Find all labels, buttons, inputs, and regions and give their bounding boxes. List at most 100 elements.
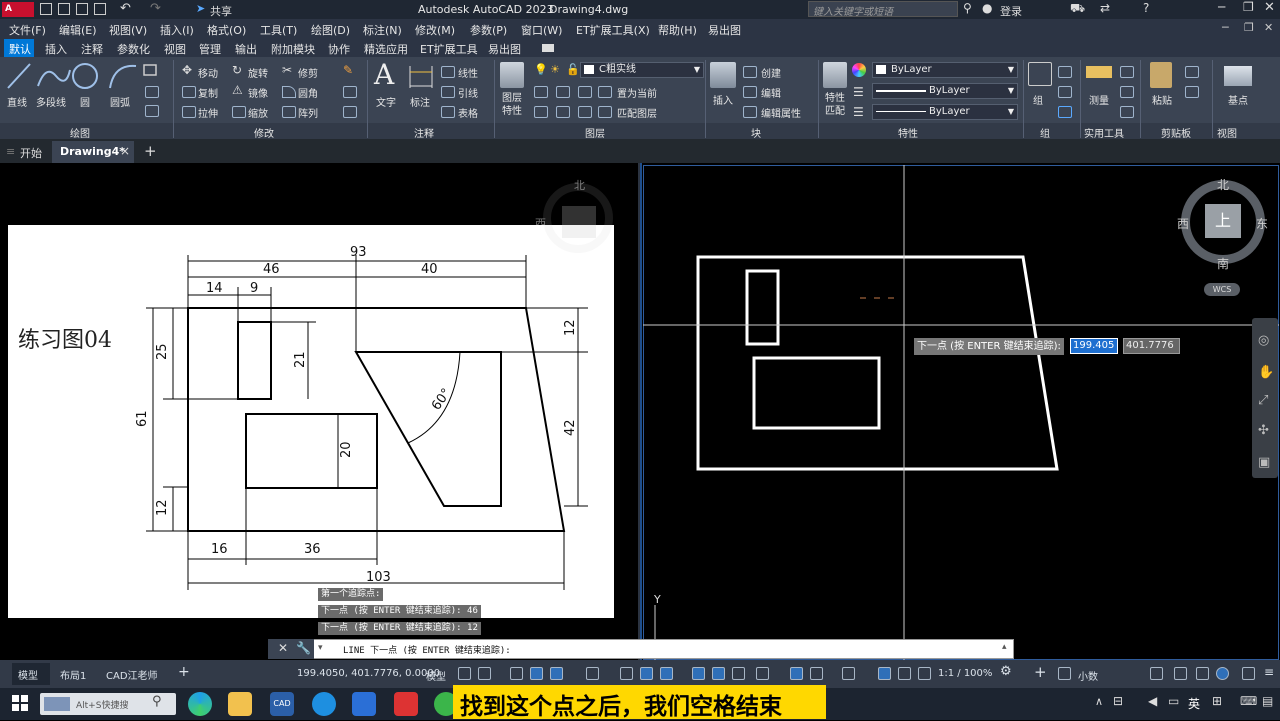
mirror-button[interactable]: 镜像	[248, 85, 268, 100]
viewcube-east[interactable]: 东	[1256, 215, 1268, 232]
restore-icon[interactable]: ❐	[1243, 0, 1254, 14]
layer-tool-icon[interactable]	[578, 86, 592, 98]
clipboard-panel-label[interactable]: 剪贴板	[1161, 125, 1191, 140]
menu-modify[interactable]: 修改(M)	[415, 22, 455, 38]
save-as-icon[interactable]	[94, 3, 106, 15]
snap-icon[interactable]	[478, 667, 491, 680]
redo-icon[interactable]: ↷	[150, 1, 161, 16]
menu-tools[interactable]: 工具(T)	[260, 22, 297, 38]
object-snap-icon[interactable]	[660, 667, 673, 680]
arc-icon[interactable]	[109, 64, 137, 89]
group-select-icon[interactable]	[1058, 106, 1072, 118]
paste-button[interactable]: 粘贴	[1152, 92, 1172, 107]
start-tab[interactable]: 开始	[20, 145, 42, 161]
lineweight-toggle-icon[interactable]	[692, 667, 705, 680]
layer-tool-icon[interactable]	[578, 106, 592, 118]
orbit-icon[interactable]: ✣	[1258, 423, 1269, 438]
explode-icon[interactable]	[343, 86, 357, 98]
erase-icon[interactable]: ✎	[343, 63, 353, 77]
insert-block-button[interactable]: 插入	[713, 92, 733, 107]
tab-options-icon[interactable]	[542, 44, 554, 52]
exchange-icon[interactable]: ⇄	[1100, 1, 1110, 15]
close-tab-icon[interactable]: ×	[120, 144, 130, 158]
tool-app-icon[interactable]	[352, 692, 376, 716]
workspace-gear-icon[interactable]: ⚙	[1000, 664, 1012, 679]
table-button[interactable]: 表格	[458, 105, 478, 120]
tab-menu-icon[interactable]: ≡	[6, 145, 15, 158]
showmotion-icon[interactable]: ▣	[1258, 455, 1270, 470]
layer-tool-icon[interactable]	[534, 106, 548, 118]
annotation-panel-label[interactable]: 注释	[414, 125, 434, 140]
battery-icon[interactable]: ▭	[1168, 694, 1179, 708]
grid-icon[interactable]	[458, 667, 471, 680]
doc-minimize-icon[interactable]: ─	[1222, 21, 1229, 34]
new-tab-icon[interactable]: +	[144, 142, 157, 160]
tab-addins[interactable]: 附加模块	[271, 41, 315, 57]
save-icon[interactable]	[76, 3, 88, 15]
linetype-dropdown[interactable]: ByLayer ▼	[872, 104, 1018, 120]
circle-button[interactable]: 圆	[80, 94, 90, 109]
layer-properties-icon[interactable]	[500, 62, 524, 88]
text-button[interactable]: 文字	[376, 94, 396, 109]
scale-button[interactable]: 缩放	[248, 105, 268, 120]
menu-view[interactable]: 视图(V)	[109, 22, 147, 38]
isodraft-icon[interactable]	[620, 667, 633, 680]
measure-icon[interactable]	[1086, 66, 1112, 78]
wcs-menu[interactable]: WCS	[1204, 283, 1240, 296]
text-icon[interactable]: A	[374, 58, 394, 91]
user-icon[interactable]: ●	[982, 1, 992, 15]
stretch-button[interactable]: 拉伸	[198, 105, 218, 120]
command-expand-icon[interactable]: ▴	[1002, 642, 1007, 652]
custom-layout-tab[interactable]: CAD江老师	[106, 667, 158, 682]
doc-restore-icon[interactable]: ❐	[1244, 21, 1254, 34]
leader-icon[interactable]	[441, 86, 455, 98]
menu-yichutu[interactable]: 易出图	[708, 22, 741, 38]
left-viewcube-west[interactable]: 西	[535, 215, 546, 231]
browser-q-icon[interactable]	[312, 692, 336, 716]
polyline-button[interactable]: 多段线	[36, 94, 66, 109]
tab-annotate[interactable]: 注释	[81, 41, 103, 57]
annotation-scale-icon[interactable]	[918, 667, 931, 680]
menu-format[interactable]: 格式(O)	[207, 22, 246, 38]
utility-icon[interactable]	[1120, 66, 1134, 78]
menu-draw[interactable]: 绘图(D)	[311, 22, 350, 38]
match-layer-icon[interactable]	[598, 106, 612, 118]
line-icon[interactable]	[7, 63, 31, 89]
notification-icon[interactable]: ▤	[1262, 694, 1273, 708]
viewcube-north[interactable]: 北	[1217, 176, 1229, 193]
copy-clip-icon[interactable]	[1185, 86, 1199, 98]
layout1-tab[interactable]: 布局1	[60, 667, 86, 682]
group-icon[interactable]	[1028, 62, 1052, 86]
menu-window[interactable]: 窗口(W)	[521, 22, 562, 38]
menu-file[interactable]: 文件(F)	[9, 22, 46, 38]
viewcube-south[interactable]: 南	[1217, 255, 1229, 272]
selection-cycling-icon[interactable]	[732, 667, 745, 680]
model-space-toggle[interactable]: 模型	[426, 668, 446, 683]
app-logo[interactable]: A CAD	[2, 2, 34, 29]
close-command-icon[interactable]: ✕	[278, 641, 288, 655]
view-panel-label[interactable]: 视图	[1217, 125, 1237, 140]
linear-icon[interactable]	[441, 66, 455, 78]
create-block-button[interactable]: 创建	[761, 65, 781, 80]
dynamic-input-icon[interactable]	[530, 667, 543, 680]
gizmo-icon[interactable]	[842, 667, 855, 680]
close-icon[interactable]: ✕	[1264, 0, 1275, 15]
minimize-icon[interactable]: ─	[1218, 0, 1225, 14]
edge-browser-icon[interactable]	[188, 692, 212, 716]
fillet-icon[interactable]	[282, 86, 296, 98]
model-tab[interactable]: 模型	[18, 667, 38, 682]
array-button[interactable]: 阵列	[298, 105, 318, 120]
edit-block-icon[interactable]	[743, 86, 757, 98]
pan-icon[interactable]: ✋	[1258, 365, 1274, 380]
zoom-extents-icon[interactable]: ⤢	[1258, 393, 1268, 408]
command-chevron-icon[interactable]: ▾	[318, 643, 323, 653]
customize-icon[interactable]: 🔧	[296, 641, 311, 655]
create-block-icon[interactable]	[743, 66, 757, 78]
annotation-monitor-icon[interactable]: +	[1034, 663, 1047, 681]
undo-icon[interactable]: ↶	[120, 1, 131, 16]
scale-icon[interactable]	[232, 106, 246, 118]
draw-panel-label[interactable]: 绘图	[70, 125, 90, 140]
insert-block-icon[interactable]	[710, 62, 736, 88]
left-viewcube-north[interactable]: 北	[574, 177, 585, 193]
menu-insert[interactable]: 插入(I)	[160, 22, 194, 38]
